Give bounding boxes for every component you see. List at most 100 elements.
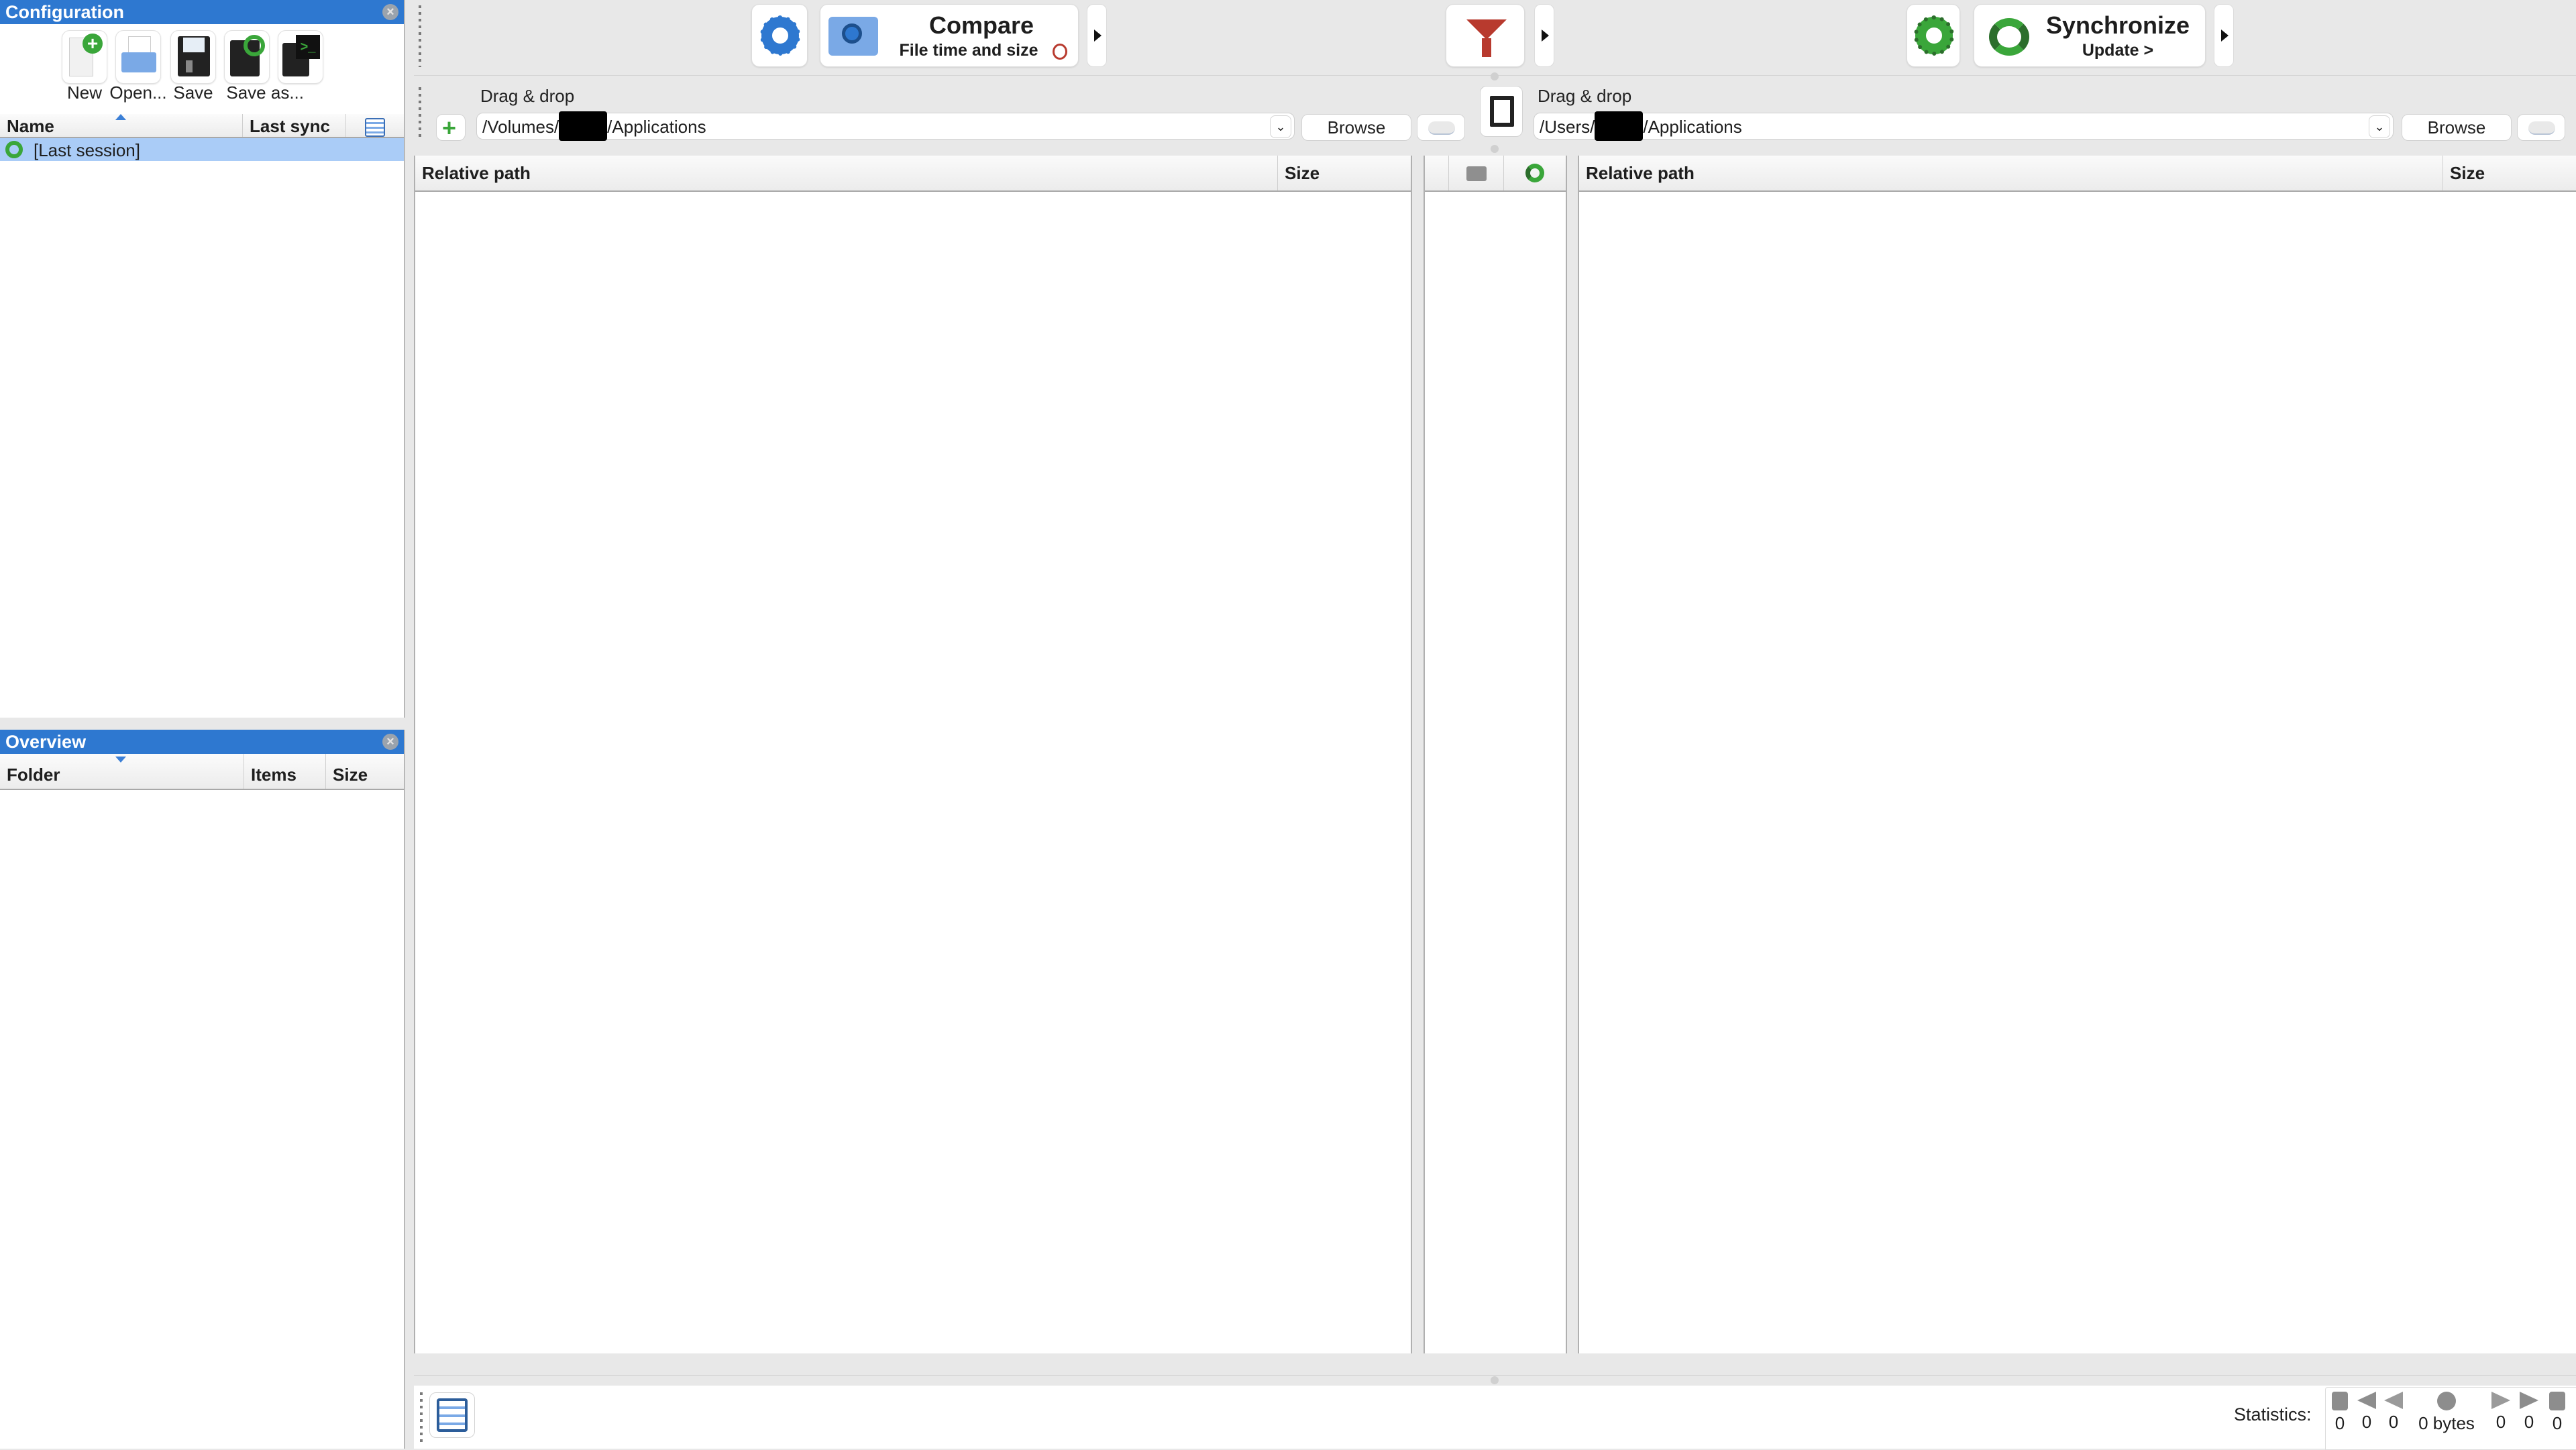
create-left-icon [2384, 1392, 2403, 1409]
chevron-down-icon[interactable]: ⌄ [2369, 115, 2390, 138]
stat-create-left: 0 [2383, 1392, 2404, 1433]
update-right-icon [2520, 1392, 2538, 1409]
compare-variant: File time and size [899, 41, 1038, 60]
save-button[interactable]: Save [170, 30, 216, 103]
filter-options-menu-button[interactable] [1534, 4, 1554, 67]
column-header-last-sync[interactable]: Last sync [243, 114, 346, 137]
column-header-size[interactable]: Size [2443, 156, 2576, 190]
overview-table-header: Folder Items Size [0, 754, 404, 790]
column-header-size[interactable]: Size [326, 754, 404, 789]
compare-button[interactable]: Compare File time and size [820, 4, 1079, 67]
synchronize-variant: Update > [2082, 41, 2154, 60]
show-log-button[interactable] [429, 1392, 475, 1438]
left-file-list-header: Relative path Size [415, 156, 1411, 192]
close-icon[interactable]: × [382, 4, 398, 20]
gear-icon [1914, 15, 1954, 56]
stat-update-left: 0 [2357, 1392, 2377, 1433]
status-divider [414, 1375, 2576, 1376]
left-cloud-button[interactable] [1417, 114, 1465, 141]
column-header-items[interactable]: Items [244, 754, 326, 789]
configuration-table-header: Name Last sync [0, 114, 404, 138]
filter-button[interactable] [1446, 4, 1525, 67]
sync-config-icon [5, 141, 23, 158]
add-folder-pair-button[interactable]: + [436, 114, 466, 141]
plus-icon: + [442, 114, 457, 142]
stat-delete-right: 0 [2547, 1392, 2567, 1434]
sync-settings-button[interactable] [1907, 4, 1960, 67]
close-icon[interactable]: × [382, 734, 398, 750]
new-config-button[interactable]: + New [62, 30, 107, 103]
left-drag-drop-label: Drag & drop [480, 86, 575, 106]
gear-icon [760, 15, 800, 56]
column-header-relative-path[interactable]: Relative path [415, 156, 1278, 190]
save-icon [170, 30, 216, 84]
compare-category-column-header[interactable] [1449, 156, 1504, 190]
checkbox-column-header[interactable] [1425, 156, 1449, 190]
save-as-icon [224, 30, 270, 84]
configuration-title-text: Configuration [5, 2, 124, 22]
splitter-handle[interactable] [1491, 72, 1499, 80]
redacted-text [1595, 111, 1644, 142]
right-drag-drop-label: Drag & drop [1538, 86, 1632, 106]
redacted-text [559, 111, 608, 142]
delete-left-icon [2332, 1392, 2348, 1410]
triangle-right-icon [2221, 30, 2229, 42]
overview-title-text: Overview [5, 732, 87, 752]
stat-create-right: 0 [2491, 1392, 2511, 1433]
sync-arrows-icon [1525, 164, 1544, 182]
sync-arrows-icon [1989, 18, 2029, 56]
synchronize-button[interactable]: Synchronize Update > [1974, 4, 2206, 67]
swap-sides-button[interactable] [1480, 86, 1523, 137]
open-config-icon [115, 30, 161, 84]
chevron-down-icon[interactable]: ⌄ [1270, 115, 1291, 138]
alarm-clock-icon [1053, 44, 1067, 60]
save-as-batch-button[interactable]: >_ [278, 30, 323, 84]
overview-panel-title: Overview × [0, 730, 404, 754]
right-file-list-header: Relative path Size [1579, 156, 2576, 192]
create-right-icon [2491, 1392, 2510, 1409]
swap-arrows-icon [1490, 96, 1514, 127]
configuration-panel-title: Configuration × [0, 0, 404, 24]
column-header-folder[interactable]: Folder [0, 754, 244, 789]
right-folder-path-input[interactable]: /Users//Applications ⌄ [1534, 111, 2394, 142]
status-bar-grip[interactable] [420, 1392, 423, 1445]
save-as-button[interactable]: Save as... [224, 30, 304, 103]
right-file-list[interactable]: Relative path Size [1578, 156, 2576, 1353]
open-config-button[interactable]: Open... [109, 30, 167, 103]
middle-column-header [1425, 156, 1566, 192]
column-header-size[interactable]: Size [1278, 156, 1411, 190]
filter-funnel-icon [1466, 19, 1507, 40]
folder-bar-grip[interactable] [419, 87, 421, 138]
stat-update-right: 0 [2519, 1392, 2539, 1433]
triangle-right-icon [1094, 30, 1102, 42]
splitter-handle[interactable] [1491, 145, 1499, 153]
cloud-icon [2528, 121, 2555, 135]
sort-ascending-icon [115, 114, 126, 120]
config-list-row[interactable]: [Last session] [0, 138, 404, 161]
left-folder-path-input[interactable]: /Volumes//Applications ⌄ [476, 111, 1295, 142]
stat-data-volume: 0 bytes [2413, 1392, 2480, 1434]
column-header-name[interactable]: Name [0, 114, 243, 137]
triangle-right-icon [1542, 30, 1549, 42]
configuration-panel: Configuration × + New Open... Save Save … [0, 0, 405, 718]
log-notebook-icon [437, 1398, 468, 1432]
synchronize-title: Synchronize [2045, 11, 2190, 39]
sync-options-menu-button[interactable] [2214, 4, 2234, 67]
sync-action-column-header[interactable] [1504, 156, 1566, 190]
right-browse-button[interactable]: Browse [2402, 114, 2512, 141]
compare-options-menu-button[interactable] [1087, 4, 1107, 67]
middle-action-column[interactable] [1424, 156, 1567, 1353]
save-as-batch-icon: >_ [278, 30, 323, 84]
column-header-relative-path[interactable]: Relative path [1579, 156, 2443, 190]
delete-right-icon [2549, 1392, 2565, 1410]
left-file-list[interactable]: Relative path Size [414, 156, 1412, 1353]
splitter-handle[interactable] [1491, 1376, 1499, 1384]
column-options-button[interactable] [346, 114, 404, 137]
toolbar-grip[interactable] [419, 5, 421, 67]
config-name: [Last session] [34, 140, 140, 160]
compare-settings-button[interactable] [751, 4, 808, 67]
statistics-panel: 0 0 0 0 bytes 0 0 0 [2325, 1387, 2576, 1450]
left-browse-button[interactable]: Browse [1301, 114, 1411, 141]
statistics-label: Statistics: [2234, 1404, 2312, 1425]
right-cloud-button[interactable] [2517, 114, 2565, 141]
